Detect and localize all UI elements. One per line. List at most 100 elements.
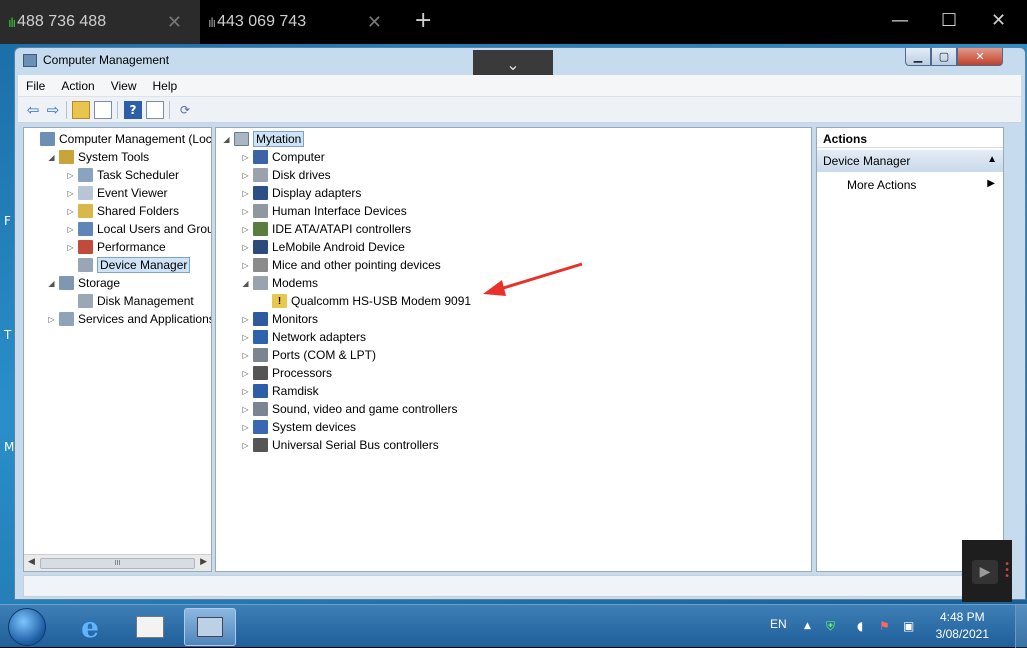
device-label: LeMobile Android Device: [272, 240, 405, 254]
device-category[interactable]: ▷ Processors: [241, 364, 332, 382]
scrollbar-thumb[interactable]: III: [40, 558, 195, 569]
device-category[interactable]: ▷ Ports (COM & LPT): [241, 346, 376, 364]
menu-view[interactable]: View: [103, 79, 145, 93]
expand-icon[interactable]: ▷: [241, 405, 250, 414]
device-category[interactable]: ◢ Modems: [241, 274, 318, 292]
show-hide-tree-icon[interactable]: [94, 101, 112, 119]
menu-help[interactable]: Help: [145, 79, 186, 93]
expand-icon[interactable]: ▷: [241, 315, 250, 324]
tree-item[interactable]: ◢ Storage: [47, 274, 120, 292]
device-category[interactable]: ▷ LeMobile Android Device: [241, 238, 405, 256]
collapse-icon[interactable]: ◢: [47, 153, 56, 162]
device-category[interactable]: ▷ Sound, video and game controllers: [241, 400, 457, 418]
maximize-button[interactable]: ▢: [931, 48, 957, 66]
tab-session-1[interactable]: ılı 488 736 488 ✕: [0, 0, 200, 44]
back-icon[interactable]: ⇦: [24, 101, 42, 119]
expand-icon[interactable]: ▷: [241, 387, 250, 396]
more-dots-icon[interactable]: • • •: [1004, 560, 1010, 582]
taskbar-internet-explorer[interactable]: e: [64, 608, 116, 646]
tree-item[interactable]: ▷ Performance: [66, 238, 166, 256]
collapse-icon[interactable]: ◢: [47, 279, 56, 288]
tree-item[interactable]: Computer Management (Local: [28, 130, 211, 148]
close-icon[interactable]: ✕: [167, 12, 182, 33]
tree-item[interactable]: ▷ Shared Folders: [66, 202, 179, 220]
device-category[interactable]: ▷ Network adapters: [241, 328, 366, 346]
device-category[interactable]: ▷ Ramdisk: [241, 382, 319, 400]
show-action-pane-icon[interactable]: [146, 101, 164, 119]
collapse-icon[interactable]: ◢: [241, 279, 250, 288]
scroll-left-icon[interactable]: ◀: [28, 557, 35, 567]
expand-icon[interactable]: ▷: [241, 243, 250, 252]
expand-icon[interactable]: ▷: [66, 225, 75, 234]
menu-file[interactable]: File: [18, 79, 53, 93]
expand-icon[interactable]: ▷: [241, 189, 250, 198]
expand-icon[interactable]: ▷: [241, 171, 250, 180]
expand-icon[interactable]: ▷: [241, 207, 250, 216]
video-icon[interactable]: ▶: [972, 560, 998, 584]
help-icon[interactable]: ?: [124, 101, 142, 119]
horizontal-scrollbar[interactable]: ◀ III ▶: [24, 554, 211, 571]
expand-icon[interactable]: ▷: [241, 333, 250, 342]
expand-icon[interactable]: ▷: [241, 441, 250, 450]
minimize-icon[interactable]: —: [891, 10, 909, 31]
internet-explorer-icon: e: [81, 610, 99, 644]
expand-icon[interactable]: ▷: [241, 351, 250, 360]
tree-item[interactable]: ▷ Local Users and Groups: [66, 220, 211, 238]
close-icon[interactable]: ✕: [991, 10, 1006, 31]
tab-session-2[interactable]: ılı 443 069 743 ✕: [200, 0, 400, 44]
device-category[interactable]: ▷ Mice and other pointing devices: [241, 256, 441, 274]
security-shield-icon[interactable]: ⛨: [826, 619, 835, 634]
expand-icon[interactable]: ▷: [241, 153, 250, 162]
device-category[interactable]: ▷ Disk drives: [241, 166, 331, 184]
collapse-icon[interactable]: ◢: [222, 135, 231, 144]
expand-icon[interactable]: ▷: [66, 207, 75, 216]
actions-section-device-manager[interactable]: Device Manager ▲: [817, 150, 1003, 172]
expand-icon[interactable]: ▷: [241, 423, 250, 432]
volume-icon[interactable]: ◖: [857, 619, 863, 633]
device-category[interactable]: ▷ Monitors: [241, 310, 318, 328]
network-icon[interactable]: ⚑: [879, 619, 890, 633]
tree-item[interactable]: ◢ System Tools: [47, 148, 149, 166]
collapse-up-icon[interactable]: ▲: [987, 154, 997, 165]
tree-item[interactable]: Device Manager: [66, 256, 191, 274]
menu-action[interactable]: Action: [53, 79, 102, 93]
show-hidden-icons-icon[interactable]: ▲: [804, 621, 811, 631]
close-button[interactable]: ✕: [957, 48, 1003, 66]
floating-widget[interactable]: ▶ • • •: [962, 540, 1012, 602]
expand-icon[interactable]: ▷: [66, 189, 75, 198]
taskbar-computer-management[interactable]: [184, 608, 236, 646]
expand-icon[interactable]: ▷: [241, 225, 250, 234]
device-category[interactable]: ▷ Computer: [241, 148, 325, 166]
expand-icon[interactable]: ▷: [241, 369, 250, 378]
device-category[interactable]: ▷ Display adapters: [241, 184, 361, 202]
device-item[interactable]: ! Qualcomm HS-USB Modem 9091: [260, 292, 471, 310]
up-folder-icon[interactable]: [72, 101, 90, 119]
more-actions-item[interactable]: More Actions: [847, 178, 916, 192]
tree-item[interactable]: ▷ Task Scheduler: [66, 166, 179, 184]
language-indicator[interactable]: EN: [770, 617, 787, 631]
scan-hardware-icon[interactable]: ⟳: [176, 101, 194, 119]
show-desktop-button[interactable]: [1015, 605, 1027, 648]
tree-item[interactable]: Disk Management: [66, 292, 194, 310]
tree-item[interactable]: ▷ Event Viewer: [66, 184, 167, 202]
device-category[interactable]: ▷ IDE ATA/ATAPI controllers: [241, 220, 411, 238]
clock[interactable]: 4:48 PM 3/08/2021: [936, 609, 989, 643]
expand-icon[interactable]: ▷: [66, 171, 75, 180]
minimize-button[interactable]: ▁: [905, 48, 931, 66]
expand-icon[interactable]: ▷: [66, 243, 75, 252]
start-button[interactable]: [8, 608, 46, 646]
expand-icon[interactable]: ▷: [241, 261, 250, 270]
expand-icon[interactable]: ▷: [47, 315, 56, 324]
device-tree-root[interactable]: ◢ Mytation: [222, 130, 305, 148]
device-category[interactable]: ▷ Human Interface Devices: [241, 202, 407, 220]
maximize-icon[interactable]: ☐: [941, 10, 957, 31]
forward-icon[interactable]: ⇨: [44, 101, 62, 119]
tree-item[interactable]: ▷ Services and Applications: [47, 310, 211, 328]
device-category[interactable]: ▷ System devices: [241, 418, 356, 436]
scroll-right-icon[interactable]: ▶: [200, 557, 207, 567]
close-icon[interactable]: ✕: [367, 12, 382, 33]
device-category[interactable]: ▷ Universal Serial Bus controllers: [241, 436, 439, 454]
device-tray-icon[interactable]: ▣: [903, 619, 914, 633]
new-tab-icon[interactable]: +: [414, 8, 432, 33]
taskbar-windows-explorer[interactable]: [124, 608, 176, 646]
